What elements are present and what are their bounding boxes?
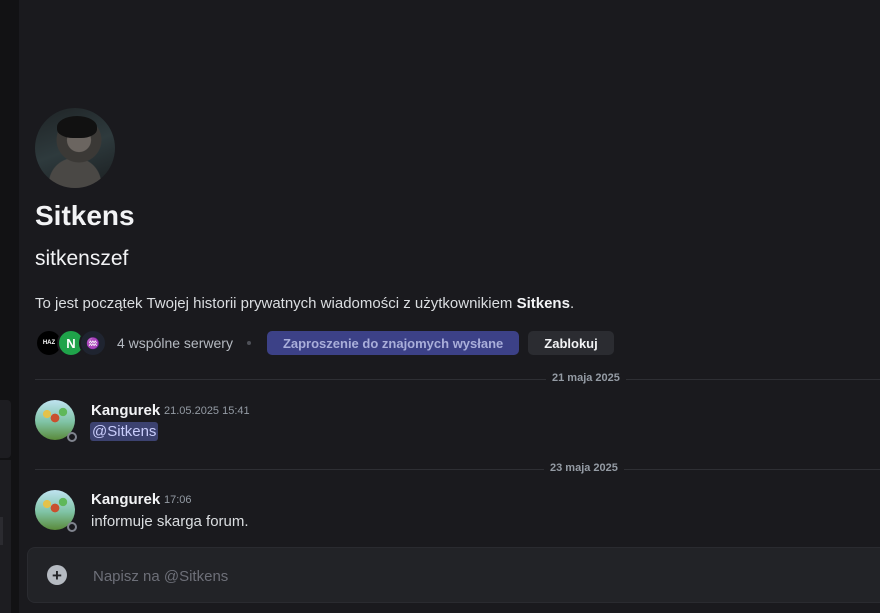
dm-channel: Sitkens sitkenszef To jest początek Twoj… [19, 0, 880, 613]
intro-suffix: . [569, 295, 575, 312]
block-button[interactable]: Zablokuj [528, 331, 614, 355]
date-divider [35, 379, 880, 380]
message-author[interactable]: Kangurek [91, 402, 160, 419]
date-divider-label: 21 maja 2025 [546, 372, 626, 384]
status-indicator [67, 522, 77, 532]
avatar-hair [57, 116, 97, 138]
status-indicator [67, 432, 77, 442]
intro-name: Sitkens [516, 295, 570, 312]
mutual-servers-link[interactable]: 4 wspólne serwery [117, 335, 233, 351]
message-content: informuje skarga forum. [91, 513, 249, 530]
message-input[interactable] [91, 548, 870, 604]
message-timestamp: 17:06 [164, 494, 192, 506]
separator-dot [246, 341, 251, 345]
message-composer: + [27, 547, 880, 604]
date-divider [35, 469, 880, 470]
intro-prefix: To jest początek Twojej historii prywatn… [35, 295, 517, 312]
friend-request-sent-button[interactable]: Zaproszenie do znajomych wysłane [266, 331, 520, 355]
user-mention[interactable]: @Sitkens [90, 422, 159, 441]
mutual-servers-row: HAZ N ♒ 4 wspólne serwery Zaproszenie do… [35, 329, 614, 357]
date-divider-label: 23 maja 2025 [544, 462, 624, 474]
profile-avatar[interactable] [35, 108, 115, 188]
message-timestamp: 21.05.2025 15:41 [164, 405, 250, 417]
message-avatar[interactable] [35, 490, 77, 532]
server-wave-icon[interactable]: ♒ [79, 329, 107, 357]
dm-intro-text: To jest początek Twojej historii prywatn… [35, 295, 574, 312]
profile-display-name: Sitkens [35, 200, 135, 231]
panel-fragment [0, 400, 11, 458]
add-attachment-icon[interactable]: + [47, 565, 67, 585]
message-avatar[interactable] [35, 400, 77, 442]
message-author[interactable]: Kangurek [91, 491, 160, 508]
left-panel-edge [0, 0, 19, 613]
panel-fragment [0, 517, 3, 545]
profile-username: sitkenszef [35, 247, 129, 270]
